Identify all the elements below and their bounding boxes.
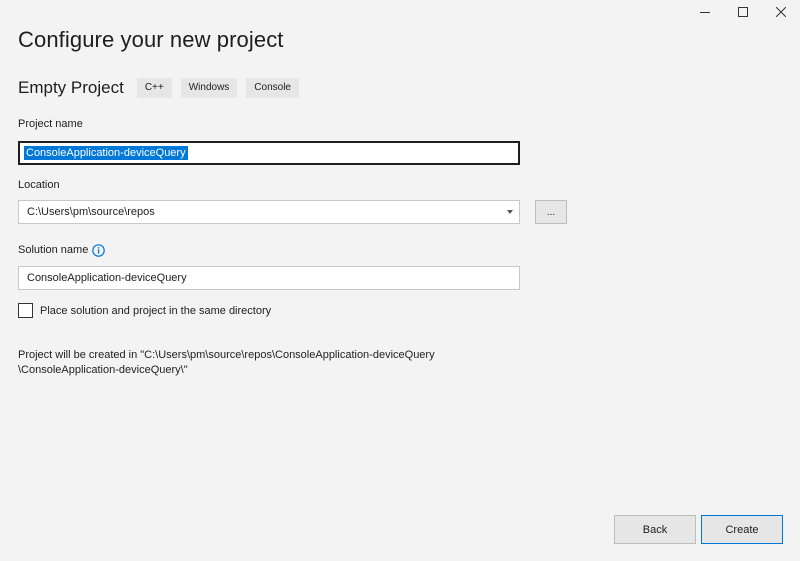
project-location-note-line2: \ConsoleApplication-deviceQuery\" [18,364,188,376]
chevron-down-icon[interactable] [507,210,513,214]
window-controls [686,0,800,24]
minimize-button[interactable] [686,0,724,24]
project-location-note: Project will be created in "C:\Users\pm\… [18,348,435,378]
tag-project-type: Console [246,78,299,98]
same-directory-checkbox[interactable] [18,303,33,318]
location-combobox[interactable]: C:\Users\pm\source\repos [18,200,520,224]
location-value: C:\Users\pm\source\repos [27,206,155,218]
browse-button[interactable]: ... [535,200,567,224]
solution-name-value: ConsoleApplication-deviceQuery [27,272,187,284]
project-location-note-line1: Project will be created in "C:\Users\pm\… [18,349,435,361]
location-label: Location [18,179,60,191]
back-button[interactable]: Back [614,515,696,544]
info-icon[interactable] [92,244,105,257]
solution-name-input[interactable]: ConsoleApplication-deviceQuery [18,266,520,290]
same-directory-label: Place solution and project in the same d… [40,304,272,317]
close-button[interactable] [762,0,800,24]
solution-name-label: Solution name [18,244,89,256]
maximize-icon [738,7,748,17]
project-name-value: ConsoleApplication-deviceQuery [24,146,188,160]
template-header: Empty Project C++ Windows Console [18,77,308,99]
minimize-icon [700,12,710,13]
create-button[interactable]: Create [701,515,783,544]
project-name-label: Project name [18,118,83,130]
maximize-button[interactable] [724,0,762,24]
template-name: Empty Project [18,78,124,97]
tag-platform: Windows [180,78,238,98]
close-icon [776,7,786,17]
same-directory-option[interactable]: Place solution and project in the same d… [18,303,271,318]
page-title: Configure your new project [18,27,284,52]
project-name-input[interactable]: ConsoleApplication-deviceQuery [18,141,520,165]
tag-language: C++ [136,78,172,98]
